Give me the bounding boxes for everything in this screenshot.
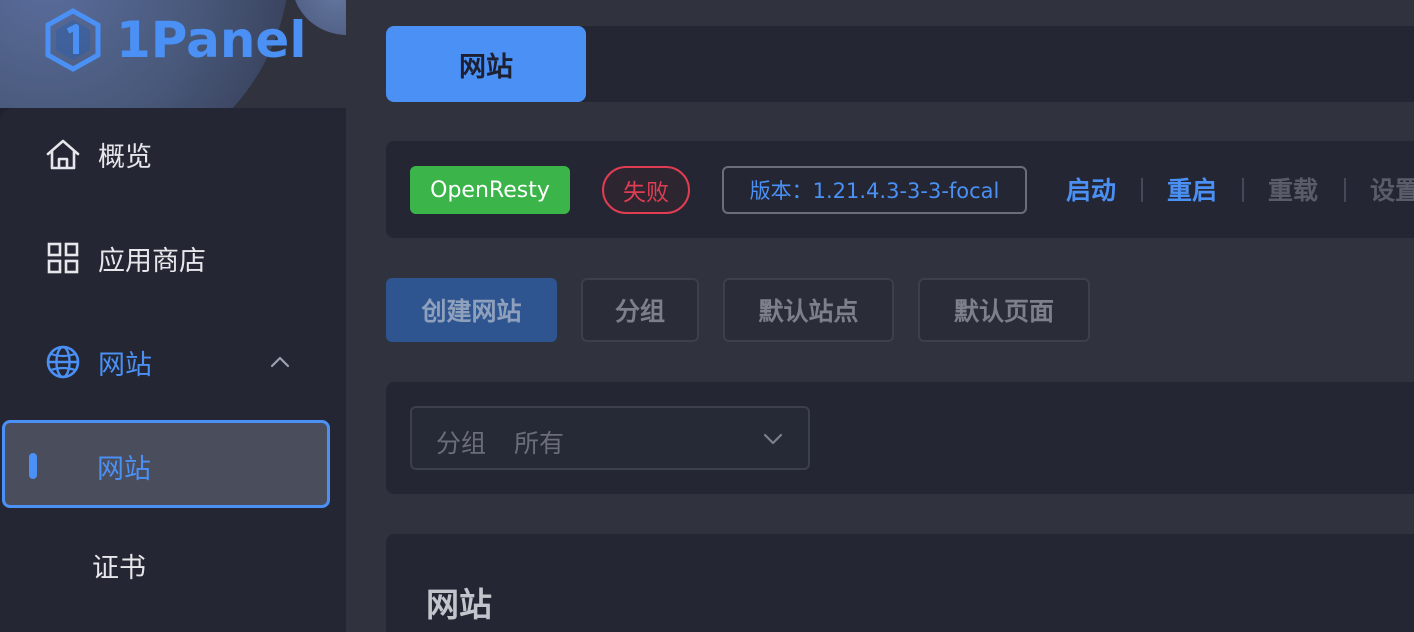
select-prefix-label: 分组: [436, 429, 487, 458]
sidebar-subitem-label: 证书: [92, 553, 146, 584]
default-page-button[interactable]: 默认页面: [918, 278, 1090, 342]
select-value: 所有: [514, 429, 565, 458]
home-icon: [46, 139, 80, 170]
logo-area: 1Panel: [0, 0, 346, 108]
websites-panel: 网站: [386, 534, 1414, 632]
sidebar-item-websites[interactable]: 网站: [0, 330, 346, 394]
create-website-button[interactable]: 创建网站: [386, 278, 557, 342]
sidebar-item-overview[interactable]: 概览: [0, 122, 346, 186]
sidebar-item-app-store[interactable]: 应用商店: [0, 226, 346, 290]
panel-title: 网站: [426, 585, 492, 624]
sidebar-subitem-certificates[interactable]: 证书: [2, 522, 330, 610]
filter-bar: 分组 所有: [386, 382, 1414, 494]
tab-websites[interactable]: 网站: [386, 26, 586, 102]
logo[interactable]: 1Panel: [44, 8, 306, 72]
app-status-bar: OpenResty 失败 版本：1.21.4.3-3-3-focal 启动 重启…: [386, 141, 1414, 238]
sidebar: 1Panel 概览 应用商店 网站 网站 证书: [0, 0, 346, 632]
tab-bar: 网站: [386, 26, 1414, 102]
restart-button[interactable]: 重启: [1167, 171, 1217, 207]
group-button[interactable]: 分组: [581, 278, 699, 342]
logo-text: 1Panel: [116, 11, 307, 69]
start-button[interactable]: 启动: [1066, 171, 1116, 207]
grid-icon: [47, 242, 79, 274]
reload-button[interactable]: 重载: [1268, 171, 1318, 207]
default-site-button[interactable]: 默认站点: [723, 278, 894, 342]
group-filter-select[interactable]: 分组 所有: [410, 406, 810, 470]
chevron-down-icon: [763, 433, 783, 445]
logo-hexagon-icon: [45, 8, 101, 72]
divider: [1242, 178, 1244, 202]
status-badge: 失败: [602, 166, 690, 214]
sidebar-item-label: 网站: [98, 349, 152, 381]
active-indicator: [29, 453, 37, 479]
app-name-tag: OpenResty: [410, 166, 570, 214]
globe-icon: [46, 345, 80, 379]
version-tag: 版本：1.21.4.3-3-3-focal: [722, 166, 1027, 214]
settings-button[interactable]: 设置: [1370, 171, 1414, 207]
divider: [1344, 178, 1346, 202]
sidebar-subitem-label: 网站: [97, 454, 151, 485]
sidebar-item-label: 应用商店: [98, 245, 206, 277]
sidebar-menu: 概览 应用商店 网站 网站 证书: [0, 108, 346, 632]
sidebar-subitem-websites[interactable]: 网站: [2, 420, 330, 508]
divider: [1141, 178, 1143, 202]
chevron-up-icon[interactable]: [266, 348, 294, 376]
sidebar-item-label: 概览: [98, 141, 152, 173]
